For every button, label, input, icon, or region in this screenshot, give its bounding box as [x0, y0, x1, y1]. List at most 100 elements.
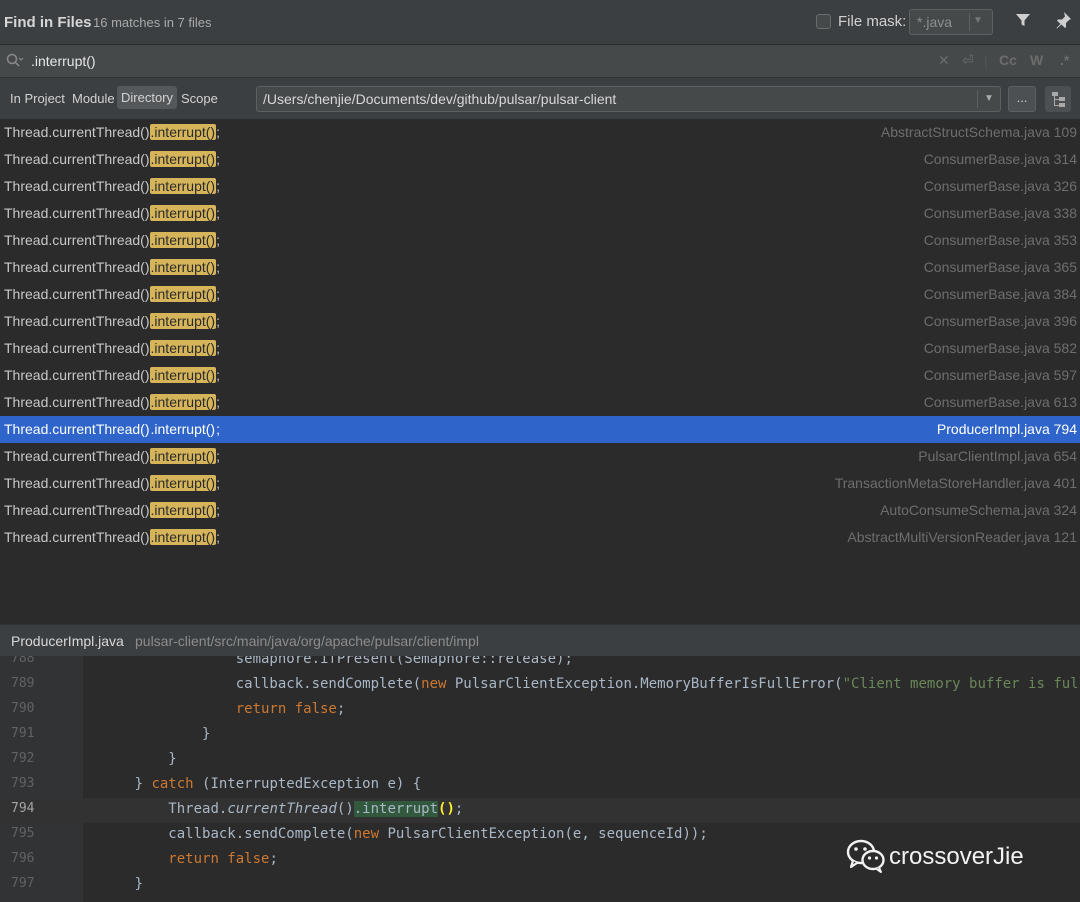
- result-code: Thread.currentThread().interrupt();: [4, 178, 220, 194]
- result-suffix: ;: [216, 232, 220, 248]
- result-suffix: ;: [216, 286, 220, 302]
- result-row[interactable]: Thread.currentThread().interrupt(); Abstr…: [0, 524, 1080, 551]
- newline-icon[interactable]: ⏎: [962, 52, 974, 69]
- result-row[interactable]: Thread.currentThread().interrupt(); Abstr…: [0, 119, 1080, 146]
- code-token: return false: [168, 851, 270, 867]
- line-number: 791: [11, 726, 35, 741]
- match-count: 16 matches in 7 files: [93, 15, 212, 30]
- result-row[interactable]: Thread.currentThread().interrupt(); Pulsa…: [0, 443, 1080, 470]
- chevron-down-icon[interactable]: ▼: [984, 93, 994, 104]
- file-mask-combo[interactable]: *.java ▼: [909, 9, 993, 35]
- result-row[interactable]: Thread.currentThread().interrupt(); Trans…: [0, 470, 1080, 497]
- result-row[interactable]: Thread.currentThread().interrupt(); Consu…: [0, 281, 1080, 308]
- search-icon[interactable]: [6, 53, 24, 72]
- results-list: Thread.currentThread().interrupt(); Abstr…: [0, 119, 1080, 624]
- directory-path-combo[interactable]: /Users/chenjie/Documents/dev/github/puls…: [256, 86, 1001, 112]
- result-file: ConsumerBase.java 326: [923, 178, 1077, 194]
- result-row[interactable]: Thread.currentThread().interrupt(); Consu…: [0, 200, 1080, 227]
- result-match: .interrupt(): [149, 502, 217, 518]
- recursive-tree-icon[interactable]: [1045, 86, 1071, 112]
- result-code: Thread.currentThread().interrupt();: [4, 394, 220, 410]
- result-row[interactable]: Thread.currentThread().interrupt(); Consu…: [0, 227, 1080, 254]
- code-line: 797 }: [0, 873, 1080, 898]
- dialog-title: Find in Files: [4, 14, 92, 31]
- match-case-toggle[interactable]: Cc: [999, 52, 1017, 68]
- code-token: return false: [235, 701, 337, 717]
- result-row[interactable]: Thread.currentThread().interrupt(); Consu…: [0, 254, 1080, 281]
- result-code: Thread.currentThread().interrupt();: [4, 421, 220, 437]
- result-match: .interrupt(): [149, 340, 217, 356]
- result-prefix: Thread.currentThread(): [4, 178, 150, 194]
- preview-header: ProducerImpl.java pulsar-client/src/main…: [0, 624, 1080, 656]
- code-text: }: [84, 726, 210, 742]
- result-match: .interrupt(): [149, 475, 217, 491]
- result-code: Thread.currentThread().interrupt();: [4, 124, 220, 140]
- code-text: Thread.currentThread().interrupt();: [84, 801, 463, 817]
- code-token: (): [438, 801, 455, 817]
- regex-toggle[interactable]: .*: [1060, 52, 1069, 68]
- result-row[interactable]: Thread.currentThread().interrupt(); Consu…: [0, 308, 1080, 335]
- result-match: .interrupt(): [149, 178, 217, 194]
- code-token: (): [336, 801, 354, 817]
- code-token: PulsarClientException(e, sequenceId));: [387, 826, 708, 842]
- scope-module[interactable]: Module: [72, 91, 115, 106]
- code-line: 791 }: [0, 723, 1080, 748]
- result-match: .interrupt(): [149, 448, 217, 464]
- code-token: callback.sendComplete(: [168, 826, 354, 842]
- result-prefix: Thread.currentThread(): [4, 529, 150, 545]
- wechat-icon: [846, 839, 885, 873]
- result-file: AutoConsumeSchema.java 324: [880, 502, 1077, 518]
- result-suffix: ;: [216, 475, 220, 491]
- whole-words-toggle[interactable]: W: [1030, 52, 1043, 68]
- chevron-down-icon[interactable]: ▼: [973, 15, 983, 26]
- result-code: Thread.currentThread().interrupt();: [4, 205, 220, 221]
- line-number: 789: [11, 676, 35, 691]
- clear-icon[interactable]: ✕: [938, 52, 950, 69]
- option-divider: |: [984, 52, 988, 68]
- code-line: 794 Thread.currentThread().interrupt();: [0, 798, 1080, 823]
- code-line: 792 }: [0, 748, 1080, 773]
- scope-in-project[interactable]: In Project: [10, 91, 65, 106]
- result-code: Thread.currentThread().interrupt();: [4, 367, 220, 383]
- code-text: callback.sendComplete(new PulsarClientEx…: [84, 826, 708, 842]
- result-row[interactable]: Thread.currentThread().interrupt(); Produ…: [0, 416, 1080, 443]
- result-code: Thread.currentThread().interrupt();: [4, 151, 220, 167]
- code-line: 790 return false;: [0, 698, 1080, 723]
- code-text: }: [84, 876, 143, 892]
- result-suffix: ;: [216, 178, 220, 194]
- result-match: .interrupt(): [149, 313, 217, 329]
- scope-custom[interactable]: Scope: [181, 91, 218, 106]
- code-token: PulsarClientException.MemoryBufferIsFull…: [454, 676, 843, 692]
- scope-directory[interactable]: Directory: [117, 86, 178, 109]
- code-token: ;: [269, 851, 278, 867]
- result-row[interactable]: Thread.currentThread().interrupt(); AutoC…: [0, 497, 1080, 524]
- result-file: ConsumerBase.java 582: [923, 340, 1077, 356]
- line-number: 794: [11, 801, 35, 816]
- result-suffix: ;: [216, 502, 220, 518]
- result-row[interactable]: Thread.currentThread().interrupt(); Consu…: [0, 173, 1080, 200]
- code-token: ;: [336, 701, 346, 717]
- code-token: }: [134, 876, 144, 892]
- file-mask-checkbox[interactable]: [816, 14, 831, 29]
- directory-path[interactable]: /Users/chenjie/Documents/dev/github/puls…: [263, 91, 616, 107]
- result-prefix: Thread.currentThread(): [4, 151, 150, 167]
- result-row[interactable]: Thread.currentThread().interrupt(); Consu…: [0, 335, 1080, 362]
- result-match: .interrupt(): [149, 394, 217, 410]
- result-code: Thread.currentThread().interrupt();: [4, 286, 220, 302]
- code-token: }: [168, 751, 177, 767]
- code-text: semaphore.ifPresent(Semaphore::release);: [84, 656, 573, 667]
- result-row[interactable]: Thread.currentThread().interrupt(); Consu…: [0, 389, 1080, 416]
- result-row[interactable]: Thread.currentThread().interrupt(); Consu…: [0, 362, 1080, 389]
- result-suffix: ;: [216, 367, 220, 383]
- result-row[interactable]: Thread.currentThread().interrupt(); Consu…: [0, 146, 1080, 173]
- browse-button[interactable]: ...: [1008, 86, 1036, 112]
- result-file: PulsarClientImpl.java 654: [918, 448, 1077, 464]
- line-number: 788: [11, 656, 35, 666]
- filter-icon[interactable]: [1015, 12, 1031, 33]
- result-match: .interrupt(): [149, 367, 217, 383]
- search-input[interactable]: .interrupt(): [31, 53, 96, 69]
- pin-icon[interactable]: [1054, 11, 1072, 34]
- result-prefix: Thread.currentThread(): [4, 313, 150, 329]
